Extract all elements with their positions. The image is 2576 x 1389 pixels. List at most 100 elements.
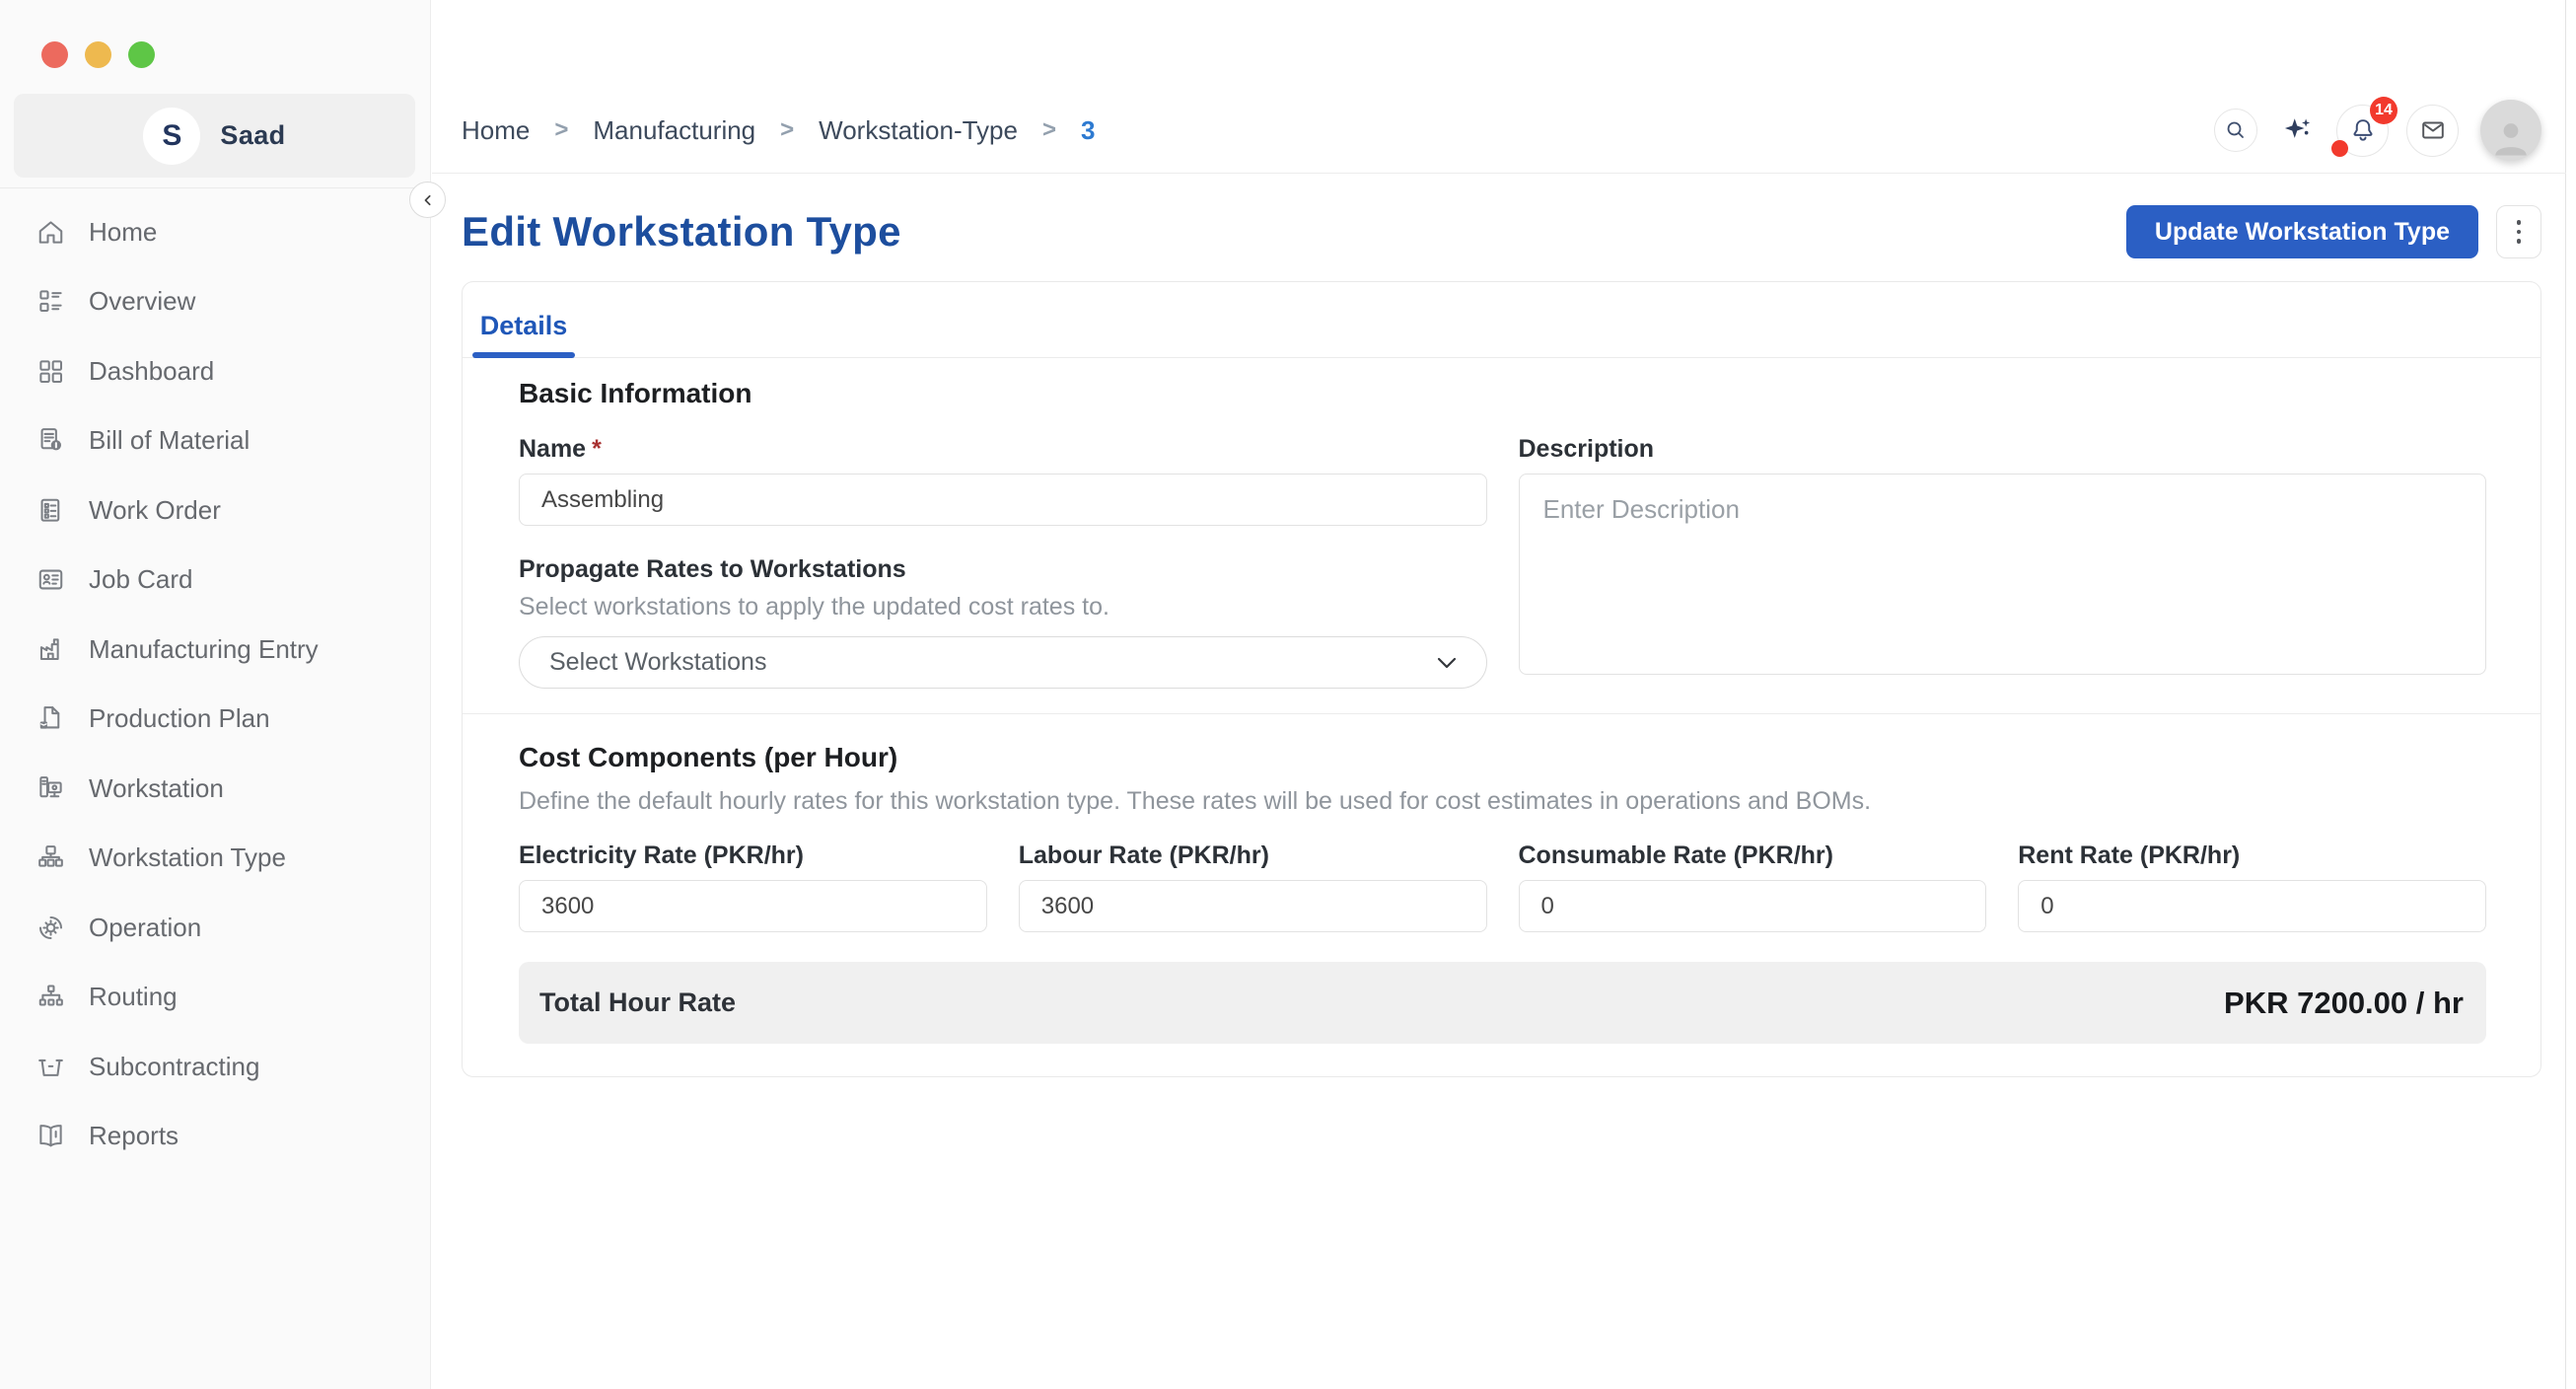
kebab-icon bbox=[2517, 220, 2522, 225]
rent-rate-input[interactable] bbox=[2018, 880, 2486, 932]
window-right-edge bbox=[2565, 0, 2566, 1389]
tab-details[interactable]: Details bbox=[472, 294, 575, 357]
topbar-actions: 14 bbox=[2214, 100, 2541, 161]
labour-rate-input[interactable] bbox=[1019, 880, 1487, 932]
electricity-rate-input[interactable] bbox=[519, 880, 987, 932]
breadcrumb-current: 3 bbox=[1081, 115, 1095, 146]
cost-components-heading: Cost Components (per Hour) bbox=[519, 742, 2486, 773]
mail-icon bbox=[2418, 115, 2448, 145]
sidebar-item-label: Subcontracting bbox=[89, 1052, 259, 1082]
page-title: Edit Workstation Type bbox=[462, 208, 901, 256]
sidebar-item-home[interactable]: Home bbox=[0, 197, 431, 267]
rate-field-labour: Labour Rate (PKR/hr) bbox=[1019, 820, 1487, 932]
sidebar-item-label: Dashboard bbox=[89, 356, 214, 387]
breadcrumb-home[interactable]: Home bbox=[462, 115, 530, 146]
page-heading-row: Edit Workstation Type Update Workstation… bbox=[462, 202, 2541, 261]
name-input[interactable] bbox=[519, 474, 1487, 526]
rate-field-consumable: Consumable Rate (PKR/hr) bbox=[1519, 820, 1987, 932]
sidebar-item-label: Reports bbox=[89, 1121, 179, 1151]
search-icon bbox=[2223, 117, 2249, 143]
topbar-divider bbox=[432, 173, 2566, 174]
topbar: Home > Manufacturing > Workstation-Type … bbox=[462, 99, 2541, 162]
propagate-rates-help: Select workstations to apply the updated… bbox=[519, 593, 1487, 621]
sidebar-item-routing[interactable]: Routing bbox=[0, 963, 431, 1033]
sparkles-icon bbox=[2281, 113, 2315, 147]
required-asterisk: * bbox=[592, 435, 602, 463]
home-icon bbox=[36, 217, 66, 248]
notifications-button[interactable]: 14 bbox=[2336, 105, 2389, 157]
profile-avatar[interactable] bbox=[2480, 100, 2541, 161]
description-label: Description bbox=[1519, 435, 2487, 464]
sidebar-item-label: Work Order bbox=[89, 495, 221, 526]
more-options-button[interactable] bbox=[2496, 205, 2541, 258]
sidebar-item-workstation[interactable]: Workstation bbox=[0, 754, 431, 824]
sidebar-item-workstation-type[interactable]: Workstation Type bbox=[0, 824, 431, 894]
sidebar-item-label: Home bbox=[89, 217, 157, 248]
breadcrumb-manufacturing[interactable]: Manufacturing bbox=[593, 115, 755, 146]
sidebar-user-card[interactable]: S Saad bbox=[14, 94, 415, 178]
sidebar-item-bill-of-material[interactable]: Bill of Material bbox=[0, 406, 431, 476]
job-card-icon bbox=[36, 564, 66, 595]
person-icon bbox=[2487, 113, 2535, 161]
user-avatar-initial: S bbox=[143, 108, 200, 165]
rent-rate-label: Rent Rate (PKR/hr) bbox=[2018, 841, 2486, 870]
sidebar-item-label: Routing bbox=[89, 982, 178, 1012]
sidebar-item-label: Bill of Material bbox=[89, 425, 250, 456]
sidebar-item-production-plan[interactable]: Production Plan bbox=[0, 685, 431, 755]
routing-icon bbox=[36, 982, 66, 1012]
sidebar-item-label: Workstation Type bbox=[89, 842, 286, 873]
sidebar-item-label: Job Card bbox=[89, 564, 193, 595]
consumable-rate-input[interactable] bbox=[1519, 880, 1987, 932]
ai-assistant-button[interactable] bbox=[2277, 110, 2319, 151]
notification-dot bbox=[2331, 140, 2348, 157]
workstations-select-placeholder: Select Workstations bbox=[549, 648, 766, 677]
window-controls bbox=[41, 41, 155, 68]
sidebar-item-label: Workstation bbox=[89, 773, 224, 804]
bill-of-material-icon bbox=[36, 425, 66, 456]
total-hour-rate-value: PKR 7200.00 / hr bbox=[2224, 986, 2464, 1021]
sidebar-item-label: Overview bbox=[89, 286, 195, 317]
sidebar-item-job-card[interactable]: Job Card bbox=[0, 546, 431, 616]
chevron-left-icon bbox=[417, 189, 439, 211]
total-hour-rate-label: Total Hour Rate bbox=[539, 987, 736, 1018]
rate-field-electricity: Electricity Rate (PKR/hr) bbox=[519, 820, 987, 932]
zoom-window-button[interactable] bbox=[128, 41, 155, 68]
sidebar-divider bbox=[0, 187, 431, 188]
sidebar-item-label: Operation bbox=[89, 913, 201, 943]
chevron-right-icon: > bbox=[780, 116, 794, 144]
chevron-right-icon: > bbox=[1042, 116, 1056, 144]
reports-icon bbox=[36, 1121, 66, 1151]
close-window-button[interactable] bbox=[41, 41, 68, 68]
electricity-rate-label: Electricity Rate (PKR/hr) bbox=[519, 841, 987, 870]
workstation-icon bbox=[36, 773, 66, 804]
basic-information-heading: Basic Information bbox=[519, 378, 2486, 409]
mail-button[interactable] bbox=[2406, 105, 2459, 157]
minimize-window-button[interactable] bbox=[85, 41, 111, 68]
propagate-rates-label: Propagate Rates to Workstations bbox=[519, 555, 1487, 584]
search-button[interactable] bbox=[2214, 109, 2257, 152]
sidebar-collapse-button[interactable] bbox=[409, 182, 446, 218]
production-plan-icon bbox=[36, 703, 66, 734]
description-textarea[interactable] bbox=[1519, 474, 2487, 675]
breadcrumb-workstation-type[interactable]: Workstation-Type bbox=[819, 115, 1018, 146]
dashboard-icon bbox=[36, 356, 66, 387]
rates-grid: Electricity Rate (PKR/hr) Labour Rate (P… bbox=[519, 820, 2486, 932]
sidebar-item-reports[interactable]: Reports bbox=[0, 1102, 431, 1172]
notification-count-badge: 14 bbox=[2370, 97, 2397, 124]
sidebar-item-subcontracting[interactable]: Subcontracting bbox=[0, 1032, 431, 1102]
sidebar-item-overview[interactable]: Overview bbox=[0, 267, 431, 337]
sidebar-item-manufacturing-entry[interactable]: Manufacturing Entry bbox=[0, 615, 431, 685]
sidebar-item-work-order[interactable]: Work Order bbox=[0, 475, 431, 546]
breadcrumb: Home > Manufacturing > Workstation-Type … bbox=[462, 115, 1095, 146]
sidebar-item-operation[interactable]: Operation bbox=[0, 893, 431, 963]
basic-right-column: Description bbox=[1519, 409, 2487, 689]
total-hour-rate-row: Total Hour Rate PKR 7200.00 / hr bbox=[519, 962, 2486, 1044]
rate-field-rent: Rent Rate (PKR/hr) bbox=[2018, 820, 2486, 932]
sidebar-item-dashboard[interactable]: Dashboard bbox=[0, 336, 431, 406]
heading-actions: Update Workstation Type bbox=[2126, 205, 2541, 258]
basic-left-column: Name* Propagate Rates to Workstations Se… bbox=[519, 409, 1487, 689]
workstations-select[interactable]: Select Workstations bbox=[519, 636, 1487, 689]
update-workstation-type-button[interactable]: Update Workstation Type bbox=[2126, 205, 2478, 258]
cost-components-help: Define the default hourly rates for this… bbox=[519, 787, 2486, 816]
tab-bar: Details bbox=[463, 282, 2540, 358]
